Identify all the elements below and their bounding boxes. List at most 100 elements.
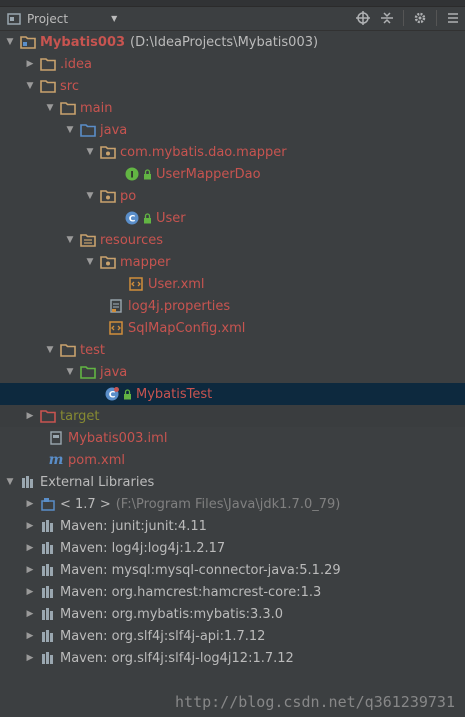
tree-label: resources — [100, 232, 164, 248]
lock-icon — [142, 210, 152, 226]
tree-label: java — [100, 122, 128, 138]
toolbar-separator — [403, 10, 404, 26]
tree-node-package-mapper[interactable]: ▼ com.mybatis.dao.mapper — [0, 141, 465, 163]
expand-arrow-icon[interactable]: ▼ — [84, 185, 96, 207]
tree-label: Mybatis003.iml — [68, 430, 168, 446]
folder-icon — [60, 100, 76, 116]
svg-text:I: I — [130, 171, 133, 181]
expand-arrow-icon[interactable]: ▼ — [64, 229, 76, 251]
tree-node-resources[interactable]: ▼ resources — [0, 229, 465, 251]
expand-arrow-icon[interactable]: ▼ — [44, 339, 56, 361]
resources-folder-icon — [80, 232, 96, 248]
tree-node-test[interactable]: ▼ test — [0, 339, 465, 361]
library-icon — [40, 606, 56, 622]
jdk-icon — [40, 496, 56, 512]
expand-arrow-icon[interactable]: ▶ — [24, 53, 36, 75]
class-icon: C — [124, 210, 140, 226]
tree-node-jdk[interactable]: ▶ < 1.7 > (F:\Program Files\Java\jdk1.7.… — [0, 493, 465, 515]
tree-label: Maven: mysql:mysql-connector-java:5.1.29 — [60, 562, 341, 578]
library-icon — [40, 562, 56, 578]
tree-node-library[interactable]: ▶ Maven: junit:junit:4.11 — [0, 515, 465, 537]
tree-node-external-libraries[interactable]: ▼ External Libraries — [0, 471, 465, 493]
test-source-folder-icon — [80, 364, 96, 380]
project-icon — [6, 11, 22, 27]
expand-arrow-icon[interactable]: ▶ — [24, 559, 36, 581]
hide-icon[interactable] — [445, 10, 461, 26]
expand-arrow-icon[interactable]: ▶ — [24, 515, 36, 537]
tree-node-package-po[interactable]: ▼ po — [0, 185, 465, 207]
interface-icon: I — [124, 166, 140, 182]
tree-label: Maven: org.slf4j:slf4j-log4j12:1.7.12 — [60, 650, 294, 666]
tree-node-mapper-folder[interactable]: ▼ mapper — [0, 251, 465, 273]
tree-node-root[interactable]: ▼ Mybatis003 (D:\IdeaProjects\Mybatis003… — [0, 31, 465, 53]
tree-node-iml[interactable]: Mybatis003.iml — [0, 427, 465, 449]
expand-arrow-icon[interactable]: ▼ — [64, 361, 76, 383]
tree-node-test-java[interactable]: ▼ java — [0, 361, 465, 383]
tree-node-main[interactable]: ▼ main — [0, 97, 465, 119]
expand-arrow-icon[interactable]: ▶ — [24, 537, 36, 559]
tree-node-java[interactable]: ▼ java — [0, 119, 465, 141]
expand-arrow-icon[interactable]: ▼ — [4, 471, 16, 493]
expand-arrow-icon[interactable]: ▼ — [44, 97, 56, 119]
expand-arrow-icon[interactable]: ▶ — [24, 625, 36, 647]
expand-arrow-icon[interactable]: ▶ — [24, 581, 36, 603]
xml-file-icon — [108, 320, 124, 336]
expand-arrow-icon[interactable]: ▶ — [24, 647, 36, 669]
expand-arrow-icon[interactable]: ▶ — [24, 405, 36, 427]
lock-icon — [142, 166, 152, 182]
expand-arrow-icon[interactable]: ▶ — [24, 493, 36, 515]
tree-node-library[interactable]: ▶ Maven: org.slf4j:slf4j-api:1.7.12 — [0, 625, 465, 647]
expand-arrow-icon[interactable]: ▼ — [84, 141, 96, 163]
expand-arrow-icon[interactable]: ▼ — [64, 119, 76, 141]
excluded-folder-icon — [40, 408, 56, 424]
tree-node-log4j[interactable]: log4j.properties — [0, 295, 465, 317]
collapse-all-icon[interactable] — [379, 10, 395, 26]
tree-node-library[interactable]: ▶ Maven: org.slf4j:slf4j-log4j12:1.7.12 — [0, 647, 465, 669]
expand-arrow-icon[interactable]: ▼ — [4, 31, 16, 53]
maven-icon: m — [48, 452, 64, 468]
tree-node-user-xml[interactable]: User.xml — [0, 273, 465, 295]
tree-node-user-class[interactable]: C User — [0, 207, 465, 229]
chevron-down-icon[interactable]: ▼ — [111, 14, 117, 23]
tree-node-sqlmapconfig[interactable]: SqlMapConfig.xml — [0, 317, 465, 339]
module-folder-icon — [20, 34, 36, 50]
lock-icon — [122, 386, 132, 402]
view-selector[interactable]: Project ▼ — [6, 11, 117, 27]
tree-node-library[interactable]: ▶ Maven: log4j:log4j:1.2.17 — [0, 537, 465, 559]
tree-label: .idea — [60, 56, 92, 72]
expand-arrow-icon[interactable]: ▶ — [24, 603, 36, 625]
tree-node-library[interactable]: ▶ Maven: org.mybatis:mybatis:3.3.0 — [0, 603, 465, 625]
tree-path: (F:\Program Files\Java\jdk1.7.0_79) — [115, 496, 341, 512]
gear-icon[interactable] — [412, 10, 428, 26]
library-icon — [40, 628, 56, 644]
tree-label: com.mybatis.dao.mapper — [120, 144, 287, 160]
scroll-from-source-icon[interactable] — [355, 10, 371, 26]
properties-file-icon — [108, 298, 124, 314]
expand-arrow-icon[interactable]: ▼ — [24, 75, 36, 97]
tree-label: Maven: junit:junit:4.11 — [60, 518, 207, 534]
library-icon — [20, 474, 36, 490]
tree-node-pom[interactable]: m pom.xml — [0, 449, 465, 471]
tree-label: test — [80, 342, 105, 358]
expand-arrow-icon[interactable]: ▼ — [84, 251, 96, 273]
view-title: Project — [27, 11, 69, 26]
tree-node-library[interactable]: ▶ Maven: org.hamcrest:hamcrest-core:1.3 — [0, 581, 465, 603]
tree-node-src[interactable]: ▼ src — [0, 75, 465, 97]
tree-path: (D:\IdeaProjects\Mybatis003) — [130, 34, 319, 50]
library-icon — [40, 518, 56, 534]
tree-node-target[interactable]: ▶ target — [0, 405, 465, 427]
tree-label: src — [60, 78, 79, 94]
tree-label: SqlMapConfig.xml — [128, 320, 246, 336]
library-icon — [40, 540, 56, 556]
tree-node-idea[interactable]: ▶ .idea — [0, 53, 465, 75]
tree-node-mybatistest[interactable]: C MybatisTest — [0, 383, 465, 405]
tree-label: < 1.7 > — [60, 496, 111, 512]
module-file-icon — [48, 430, 64, 446]
svg-text:C: C — [129, 215, 136, 225]
tree-node-library[interactable]: ▶ Maven: mysql:mysql-connector-java:5.1.… — [0, 559, 465, 581]
tree-label: Maven: log4j:log4j:1.2.17 — [60, 540, 226, 556]
tree-label: log4j.properties — [128, 298, 231, 314]
tree-label: pom.xml — [68, 452, 125, 468]
tree-node-usermapperdao[interactable]: I UserMapperDao — [0, 163, 465, 185]
tree-label: Mybatis003 — [40, 34, 126, 50]
